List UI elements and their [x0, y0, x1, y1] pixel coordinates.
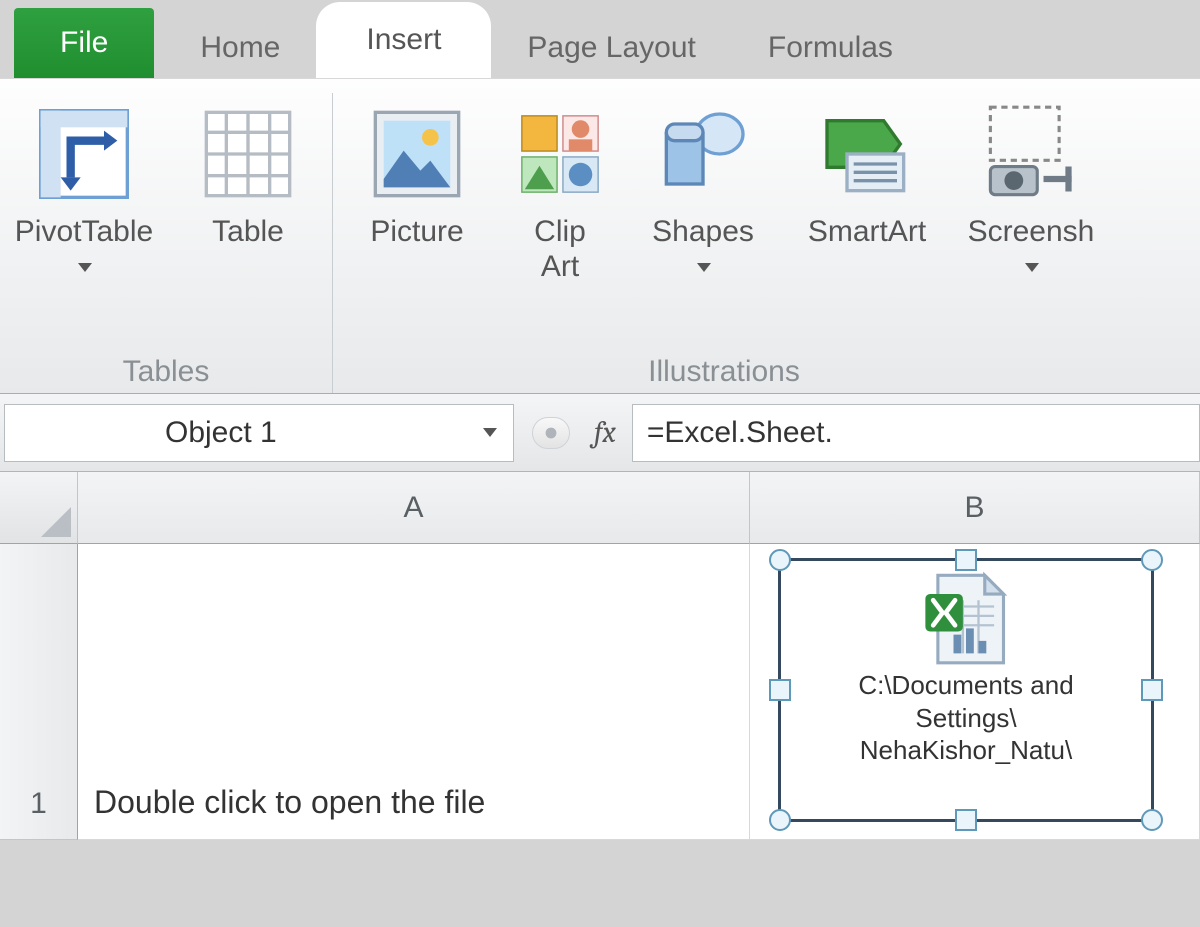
tab-insert[interactable]: Insert [316, 2, 491, 78]
worksheet-grid: A B 1 Double click to open the file [0, 472, 1200, 840]
embedded-object-path-line2: Settings\ [858, 702, 1073, 735]
group-illustrations: Picture Clip Art [333, 93, 1115, 393]
tab-home[interactable]: Home [164, 18, 316, 78]
resize-handle[interactable] [1141, 549, 1163, 571]
pivottable-button[interactable]: PivotTable [8, 93, 160, 355]
tab-page-layout[interactable]: Page Layout [491, 18, 731, 78]
row-header-1[interactable]: 1 [0, 544, 78, 840]
select-all-corner[interactable] [0, 472, 78, 544]
picture-button[interactable]: Picture [341, 93, 493, 355]
dropdown-caret-icon[interactable] [483, 428, 497, 437]
ribbon-tabs: File Home Insert Page Layout Formulas [0, 0, 1200, 78]
group-illustrations-label: Illustrations [648, 355, 800, 393]
cell-B1[interactable]: C:\Documents and Settings\ NehaKishor_Na… [750, 544, 1200, 840]
column-header-B[interactable]: B [750, 472, 1200, 544]
excel-file-icon [916, 569, 1016, 669]
clipart-button[interactable]: Clip Art [505, 93, 615, 355]
table-button[interactable]: Table [172, 93, 324, 355]
resize-handle[interactable] [769, 549, 791, 571]
formula-bar: Object 1 fx =Excel.Sheet. [0, 394, 1200, 472]
embedded-object-path-line3: NehaKishor_Natu\ [858, 734, 1073, 767]
resize-handle[interactable] [955, 549, 977, 571]
cell-A1[interactable]: Double click to open the file [78, 544, 750, 840]
name-box[interactable]: Object 1 [4, 404, 514, 462]
screenshot-label: Screensh [968, 215, 1095, 248]
column-header-A[interactable]: A [78, 472, 750, 544]
resize-handle[interactable] [769, 809, 791, 831]
ribbon: PivotTable [0, 78, 1200, 394]
table-icon [193, 99, 303, 209]
embedded-object[interactable]: C:\Documents and Settings\ NehaKishor_Na… [778, 558, 1154, 822]
shapes-label: Shapes [652, 215, 754, 248]
screenshot-button[interactable]: Screensh [955, 93, 1107, 355]
smartart-icon [812, 99, 922, 209]
resize-handle[interactable] [769, 679, 791, 701]
screenshot-icon [976, 99, 1086, 209]
pivottable-label: PivotTable [15, 215, 153, 248]
clipart-icon [505, 99, 615, 209]
pivottable-icon [29, 99, 139, 209]
name-box-value: Object 1 [5, 416, 481, 450]
tab-file[interactable]: File [14, 8, 154, 78]
resize-handle[interactable] [1141, 809, 1163, 831]
formula-input[interactable]: =Excel.Sheet. [632, 404, 1200, 462]
embedded-object-content: C:\Documents and Settings\ NehaKishor_Na… [781, 561, 1151, 819]
dropdown-caret-icon [697, 263, 711, 272]
shapes-button[interactable]: Shapes [627, 93, 779, 355]
shapes-icon [648, 99, 758, 209]
picture-label: Picture [370, 215, 463, 250]
resize-handle[interactable] [1141, 679, 1163, 701]
smartart-button[interactable]: SmartArt [791, 93, 943, 355]
fx-label[interactable]: fx [588, 415, 622, 450]
formula-value: =Excel.Sheet. [647, 416, 833, 450]
expand-formula-bar-button[interactable] [532, 417, 570, 449]
dropdown-caret-icon [1025, 263, 1039, 272]
smartart-label: SmartArt [808, 215, 926, 250]
resize-handle[interactable] [955, 809, 977, 831]
picture-icon [362, 99, 472, 209]
clipart-label: Clip Art [534, 215, 586, 284]
embedded-object-path-line1: C:\Documents and [858, 669, 1073, 702]
group-tables: PivotTable [0, 93, 333, 393]
tab-formulas[interactable]: Formulas [732, 18, 929, 78]
dropdown-caret-icon [78, 263, 92, 272]
cell-A1-value: Double click to open the file [94, 784, 485, 821]
group-tables-label: Tables [123, 355, 210, 393]
table-label: Table [212, 215, 284, 250]
